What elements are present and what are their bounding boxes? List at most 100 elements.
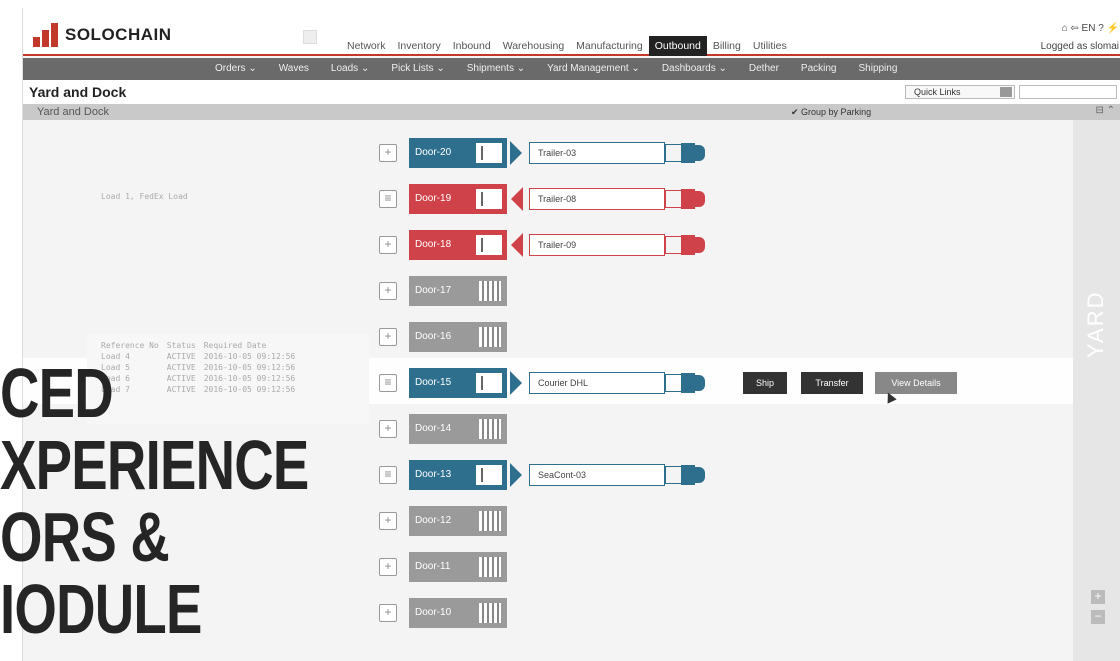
panel-controls[interactable]: ⊟ ⌃ [1095,105,1115,116]
nav-item-utilities[interactable]: Utilities [747,36,793,56]
group-by-parking-checkbox[interactable]: ✔ Group by Parking [791,107,871,118]
top-header: SOLOCHAIN Network Inventory Inbound Warehou… [23,8,1120,56]
subnav-item-4[interactable]: Shipments ⌄ [467,63,525,74]
table-header: Reference No [101,340,159,350]
list-icon[interactable]: ≡ [379,190,397,208]
logo[interactable]: SOLOCHAIN [33,23,172,47]
truck-nose-icon [693,191,705,207]
table-header: Required Date [203,340,267,350]
dock-slot-bar [481,376,483,390]
transfer-button[interactable]: Transfer [801,372,863,394]
dock-slot [475,372,503,394]
subnav-item-9[interactable]: Shipping [858,63,897,74]
door-label: Door-15 [415,377,452,388]
logo-text: SOLOCHAIN [65,25,172,44]
panel-header: Yard and Dock ✔ Group by Parking ⊟ ⌃ [23,104,1120,120]
add-icon[interactable]: + [379,558,397,576]
door-block[interactable]: Door-12 [409,506,507,536]
add-icon[interactable]: + [379,236,397,254]
door-row: + Door-12 [379,506,1059,536]
page-title: Yard and Dock [29,84,127,100]
dock-slot [475,142,503,164]
overlay-line-0: CED [0,354,114,432]
subnav-item-8[interactable]: Packing [801,63,837,74]
user-area: ⌂ ⇦ EN ? ⚡ Logged as slomai [1041,20,1119,56]
nav-item-manufacturing[interactable]: Manufacturing [570,36,649,56]
trailer-box[interactable]: Trailer-03 [529,142,665,164]
panel-title: Yard and Dock [37,106,109,118]
truck-nose-icon [693,145,705,161]
empty-dock-icon [479,281,501,301]
overlay-line-1: XPERIENCE [0,426,309,504]
arrow-left-icon [511,233,523,257]
load-info-text: Load 1, FedEx Load [101,192,188,201]
subnav-item-3[interactable]: Pick Lists ⌄ [391,63,444,74]
door-block[interactable]: Door-15 [409,368,507,398]
trailer-label: Trailer-03 [538,148,577,158]
dock-slot-bar [481,146,483,160]
door-label: Door-10 [415,607,452,618]
door-block[interactable]: Door-19 [409,184,507,214]
door-row: + Door-11 [379,552,1059,582]
door-row: ≡ Door-13 SeaCont-03 [379,460,1059,490]
door-label: Door-11 [415,561,451,572]
add-icon[interactable]: + [379,512,397,530]
door-block[interactable]: Door-10 [409,598,507,628]
trailer-label: Trailer-09 [538,240,577,250]
subnav-item-5[interactable]: Yard Management ⌄ [547,63,640,74]
arrow-left-icon [511,187,523,211]
trailer-box[interactable]: Courier DHL [529,372,665,394]
main-nav: Network Inventory Inbound Warehousing Manufa… [341,36,793,56]
door-label: Door-14 [415,423,452,434]
door-block[interactable]: Door-11 [409,552,507,582]
subnav-item-2[interactable]: Loads ⌄ [331,63,369,74]
add-icon[interactable]: + [379,328,397,346]
view-details-button[interactable]: View Details [875,372,957,394]
nav-item-billing[interactable]: Billing [707,36,747,56]
ship-button[interactable]: Ship [743,372,787,394]
subnav-item-6[interactable]: Dashboards ⌄ [662,63,727,74]
door-block[interactable]: Door-14 [409,414,507,444]
quick-links-select[interactable]: Quick Links [905,85,1015,99]
subnav-item-0[interactable]: Orders ⌄ [215,63,257,74]
dock-slot-bar [481,468,483,482]
search-input[interactable] [1019,85,1117,99]
page-header: Yard and Dock Quick Links [23,80,1120,104]
subnav-item-1[interactable]: Waves [279,63,309,74]
add-icon[interactable]: + [379,282,397,300]
truck-nose-icon [693,237,705,253]
top-icons[interactable]: ⌂ ⇦ EN ? ⚡ [1041,20,1119,38]
trailer-box[interactable]: Trailer-08 [529,188,665,210]
zoom-in-button[interactable]: + [1091,590,1105,604]
subnav-item-7[interactable]: Dether [749,63,779,74]
add-icon[interactable]: + [379,420,397,438]
list-icon[interactable]: ≡ [379,374,397,392]
nav-item-outbound[interactable]: Outbound [648,36,707,56]
trailer-box[interactable]: SeaCont-03 [529,464,665,486]
arrow-right-icon [510,371,522,395]
nav-item-network[interactable]: Network [341,36,392,56]
door-block[interactable]: Door-18 [409,230,507,260]
dock-slot-bar [481,238,483,252]
door-block[interactable]: Door-20 [409,138,507,168]
screenshot-root: SOLOCHAIN Network Inventory Inbound Warehou… [0,0,1120,661]
table-header: Status [166,340,196,350]
door-block[interactable]: Door-16 [409,322,507,352]
menu-square-button[interactable] [303,30,317,44]
door-row: + Door-10 [379,598,1059,628]
nav-item-inbound[interactable]: Inbound [447,36,497,56]
door-block[interactable]: Door-17 [409,276,507,306]
door-row: + Door-20 Trailer-03 [379,138,1059,168]
nav-item-warehousing[interactable]: Warehousing [497,36,570,56]
add-icon[interactable]: + [379,604,397,622]
door-label: Door-16 [415,331,452,342]
door-row: + Door-14 [379,414,1059,444]
zoom-out-button[interactable]: − [1091,610,1105,624]
nav-item-inventory[interactable]: Inventory [392,36,447,56]
door-block[interactable]: Door-13 [409,460,507,490]
add-icon[interactable]: + [379,144,397,162]
trailer-box[interactable]: Trailer-09 [529,234,665,256]
door-label: Door-13 [415,469,452,480]
door-row: + Door-16 [379,322,1059,352]
list-icon[interactable]: ≡ [379,466,397,484]
